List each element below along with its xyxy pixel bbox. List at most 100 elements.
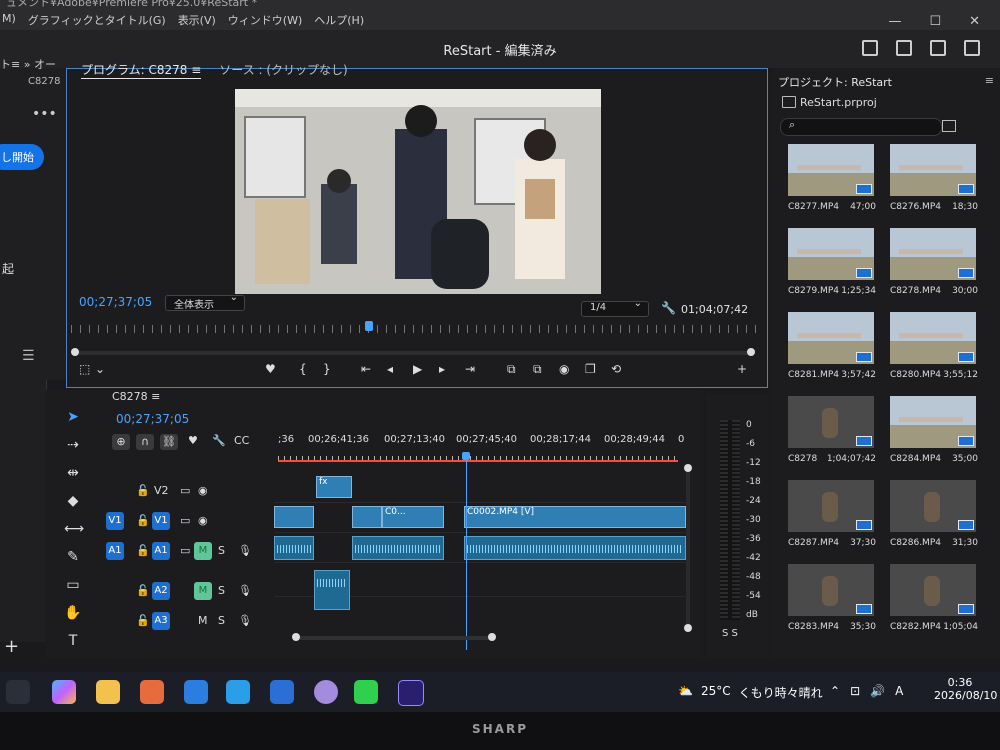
timeline-timecode[interactable]: 00;27;37;05 xyxy=(116,412,189,426)
project-item[interactable]: C8280.MP4 3;55;12 xyxy=(884,312,984,392)
audio-clip[interactable] xyxy=(464,536,686,560)
menu-item[interactable]: M) xyxy=(2,12,16,28)
program-ruler[interactable] xyxy=(71,325,759,333)
project-search-input[interactable]: ⌕ xyxy=(780,118,942,136)
program-playhead[interactable] xyxy=(365,321,373,331)
audio-clip[interactable] xyxy=(314,570,350,610)
slip-tool-icon[interactable]: ⟷ xyxy=(64,520,84,538)
track-target-a2[interactable]: A2 xyxy=(152,582,170,600)
project-item[interactable]: C8281.MP4 3;57;42 xyxy=(782,312,882,392)
audio-clip[interactable] xyxy=(352,536,444,560)
project-menu-icon[interactable]: ≡ xyxy=(985,74,994,87)
razor-tool-icon[interactable]: ◆ xyxy=(64,492,82,510)
line-icon[interactable] xyxy=(354,680,378,704)
project-title[interactable]: プロジェクト: ReStart xyxy=(778,74,892,90)
network-icon[interactable]: ⊡ xyxy=(850,684,860,698)
chevron-up-icon[interactable]: ⌃ xyxy=(830,684,840,698)
ime-indicator[interactable]: A xyxy=(895,684,903,698)
mark-out-icon[interactable]: } xyxy=(323,362,331,376)
project-item[interactable]: C8283.MP4 35;30 xyxy=(782,564,882,644)
timeline-clip[interactable] xyxy=(274,506,314,528)
quick-export-icon[interactable] xyxy=(862,40,878,56)
extract-icon[interactable]: ⧉ xyxy=(533,362,542,377)
track-select-tool-icon[interactable]: ⇢ xyxy=(64,436,82,454)
track-lane-v1[interactable]: C0... C0002.MP4 [V] xyxy=(274,502,686,533)
timeline-clip[interactable]: C0002.MP4 [V] xyxy=(464,506,686,528)
step-back-icon[interactable]: ◂ xyxy=(387,362,393,376)
timeline-playhead[interactable] xyxy=(462,452,470,460)
project-item[interactable]: C8276.MP4 18;30 xyxy=(884,144,984,224)
lock-icon[interactable]: 🔓 xyxy=(136,484,150,497)
timeline-clip[interactable] xyxy=(352,506,382,528)
selection-tool-icon[interactable]: ➤ xyxy=(64,408,82,426)
project-item[interactable]: C8282.MP4 1;05;04 xyxy=(884,564,984,644)
resolution-select[interactable]: 1/4 xyxy=(581,298,649,317)
add-icon[interactable]: + xyxy=(4,636,19,657)
project-item[interactable]: C8286.MP4 31;30 xyxy=(884,480,984,560)
settings-chevron-icon[interactable]: ⌄ xyxy=(95,362,105,376)
track-target-a3[interactable]: A3 xyxy=(152,612,170,630)
mute-toggle[interactable]: M xyxy=(194,542,212,560)
ripple-edit-tool-icon[interactable]: ⇹ xyxy=(64,464,82,482)
menu-item-help[interactable]: ヘルプ(H) xyxy=(314,12,364,28)
tab-source[interactable]: ソース : (クリップなし) xyxy=(219,61,347,79)
store-icon[interactable] xyxy=(226,680,250,704)
proxy-toggle-icon[interactable]: ⟲ xyxy=(611,362,621,376)
add-marker-timeline-icon[interactable]: ♥ xyxy=(188,434,198,447)
mute-toggle[interactable]: M xyxy=(198,614,208,627)
mark-in-icon[interactable]: { xyxy=(299,362,307,376)
linked-selection-icon[interactable]: ⛓ xyxy=(160,434,178,450)
project-item[interactable]: C8279.MP4 1;25;34 xyxy=(782,228,882,308)
source-patch-a1[interactable]: A1 xyxy=(106,542,124,560)
track-target-a1[interactable]: A1 xyxy=(152,542,170,560)
rectangle-tool-icon[interactable]: ▭ xyxy=(64,576,82,594)
timeline-horizontal-scrollbar[interactable] xyxy=(292,633,496,641)
copilot-icon[interactable] xyxy=(52,680,76,704)
fullscreen-icon[interactable] xyxy=(964,40,980,56)
menu-item-view[interactable]: 表示(V) xyxy=(178,12,216,28)
play-icon[interactable]: ▶ xyxy=(413,362,422,376)
program-timecode[interactable]: 00;27;37;05 xyxy=(79,295,152,309)
workspaces-icon[interactable] xyxy=(930,40,946,56)
project-item[interactable]: C8278 1;04;07;42 xyxy=(782,396,882,476)
export-frame-icon[interactable]: ◉ xyxy=(559,362,569,376)
timeline-settings-icon[interactable]: 🔧 xyxy=(212,434,226,447)
toggle-sync-icon[interactable]: ▭ xyxy=(180,514,190,527)
clock[interactable]: 0:36 2026/08/10 xyxy=(934,676,997,702)
mail-icon[interactable] xyxy=(270,680,294,704)
mic-icon[interactable]: 🎙 xyxy=(238,584,252,597)
track-target-v1[interactable]: V1 xyxy=(152,512,170,530)
volume-icon[interactable]: 🔊 xyxy=(870,684,885,698)
menu-item-graphics[interactable]: グラフィックとタイトル(G) xyxy=(28,12,166,28)
lock-icon[interactable]: 🔓 xyxy=(136,514,150,527)
premiere-pro-icon[interactable] xyxy=(398,680,424,706)
lock-icon[interactable]: 🔓 xyxy=(136,584,150,597)
edge-icon[interactable] xyxy=(184,680,208,704)
captions-icon[interactable]: CC xyxy=(234,434,249,447)
track-lane-a2[interactable] xyxy=(274,566,686,610)
type-tool-icon[interactable]: T xyxy=(64,632,82,650)
hand-tool-icon[interactable]: ✋ xyxy=(64,604,82,622)
toggle-sync-icon[interactable]: ▭ xyxy=(180,484,190,497)
project-item[interactable]: C8287.MP4 37;30 xyxy=(782,480,882,560)
tab-program[interactable]: プログラム: C8278 ≡ xyxy=(81,61,202,79)
wrench-icon[interactable]: 🔧 xyxy=(661,301,676,315)
fit-select[interactable]: 全体表示 xyxy=(165,292,245,311)
weather-widget[interactable]: ⛅ 25°C くもり時々晴れ xyxy=(678,684,823,701)
solo-toggle[interactable]: S xyxy=(218,614,225,627)
mic-icon[interactable]: 🎙 xyxy=(238,614,252,627)
insert-nest-icon[interactable]: ⊕ xyxy=(112,434,130,450)
go-to-out-icon[interactable]: ⇥ xyxy=(465,362,475,376)
file-explorer-icon[interactable] xyxy=(96,680,120,704)
step-forward-icon[interactable]: ▸ xyxy=(439,362,445,376)
project-item[interactable]: C8284.MP4 35;00 xyxy=(884,396,984,476)
audio-clip[interactable] xyxy=(274,536,314,560)
timeline-vertical-scrollbar[interactable] xyxy=(684,464,692,632)
lift-icon[interactable]: ⧉ xyxy=(507,362,516,377)
timeline-clip[interactable]: fx xyxy=(316,476,352,498)
meter-solo-buttons[interactable]: S S xyxy=(722,628,738,639)
source-patch-v1[interactable]: V1 xyxy=(106,512,124,530)
add-marker-icon[interactable]: ♥ xyxy=(265,362,276,376)
maximize-button[interactable]: ☐ xyxy=(929,14,941,29)
sequence-tab[interactable]: C8278 ≡ xyxy=(112,390,160,403)
